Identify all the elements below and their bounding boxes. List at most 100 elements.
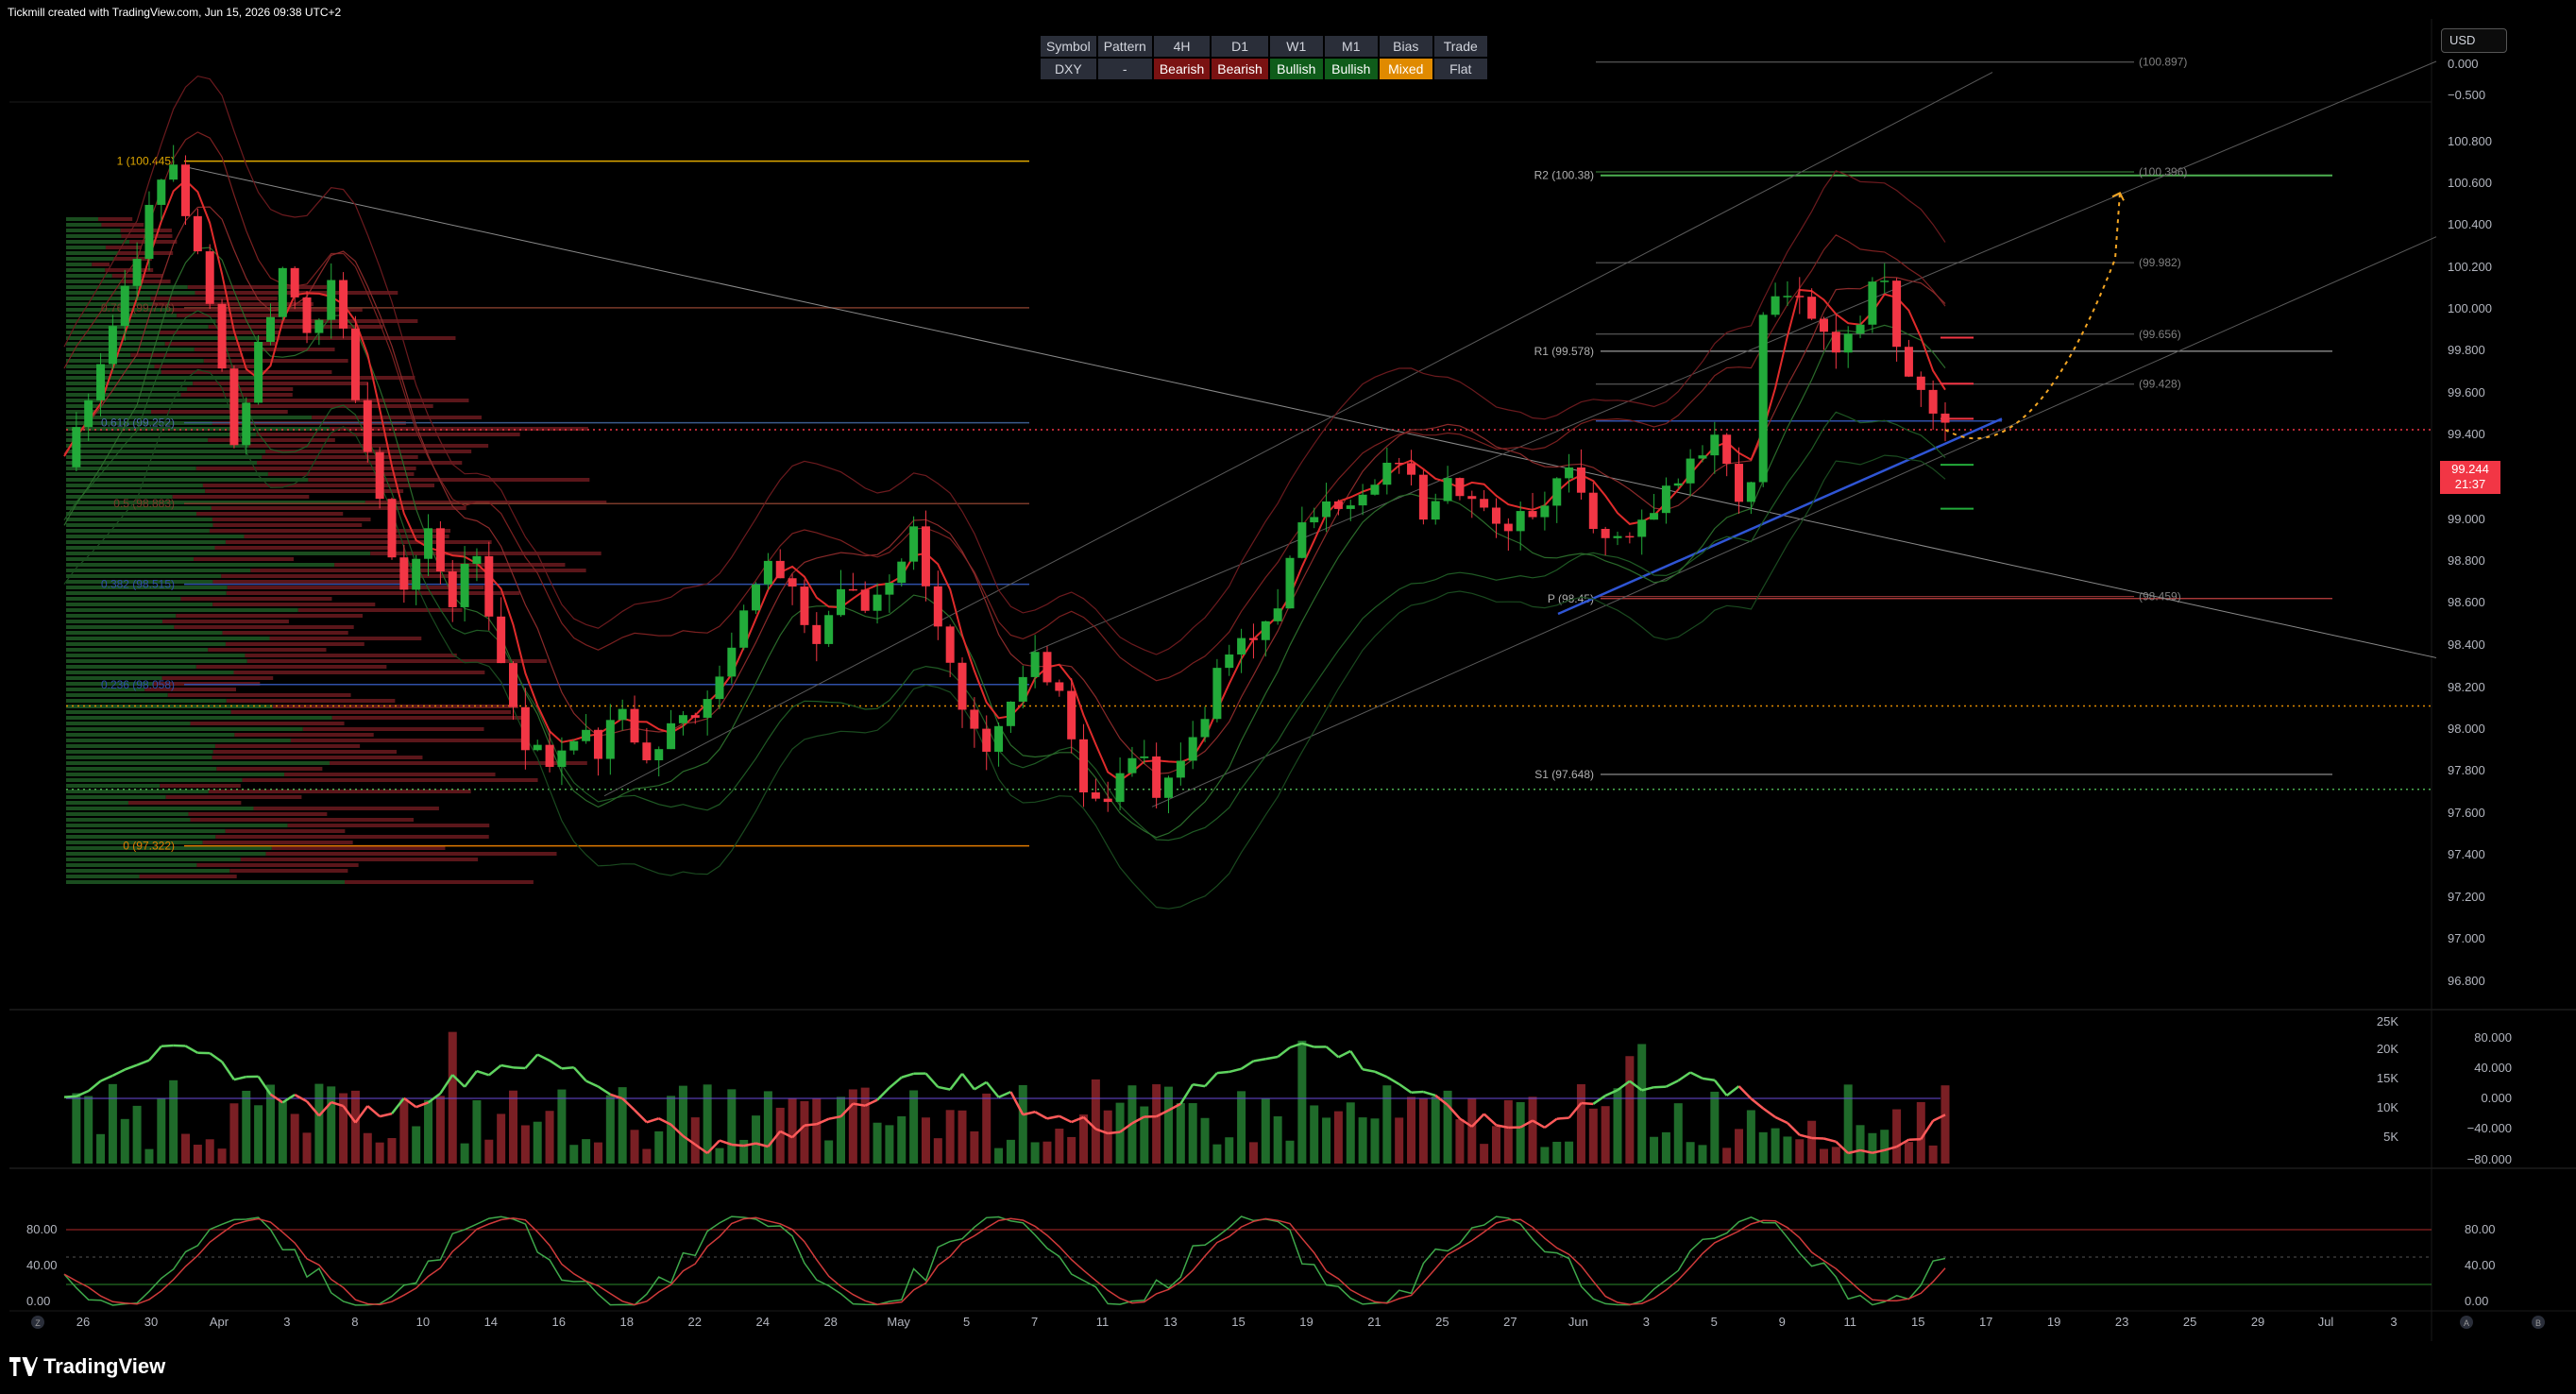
pivot-level-label: S1 (97.648): [1534, 768, 1594, 781]
candle-body: [1407, 463, 1416, 475]
profile-bar-sell: [205, 489, 404, 493]
chart-canvas[interactable]: 1 (100.445)0.764 (99.776)0.618 (99.252)0…: [0, 0, 2576, 1394]
oscillator-segment: [87, 1080, 102, 1093]
profile-bar-buy: [66, 291, 195, 295]
target-level-label: (100.897): [2139, 56, 2187, 69]
candle-body: [848, 588, 857, 591]
volume-bar: [1030, 1142, 1040, 1164]
oscillator-segment: [1689, 1071, 1703, 1080]
time-axis-label: 28: [823, 1315, 837, 1329]
time-axis-label: 27: [1503, 1315, 1517, 1329]
oscillator-segment: [1179, 1083, 1195, 1105]
oscillator-segment: [1386, 1076, 1400, 1085]
time-axis-label: 29: [2251, 1315, 2264, 1329]
time-axis-label: 26: [76, 1315, 90, 1329]
profile-bar-buy: [66, 880, 346, 884]
candle-body: [509, 663, 518, 707]
profile-bar-buy: [66, 654, 246, 657]
time-axis-label: 24: [755, 1315, 769, 1329]
candle-body: [1710, 434, 1720, 456]
candle-body: [545, 744, 554, 767]
volume-bar: [690, 1117, 700, 1164]
price-axis-tick: 100.400: [2448, 217, 2492, 231]
signal-value: Flat: [1433, 59, 1487, 79]
oscillator-segment: [476, 1069, 490, 1077]
profile-bar-sell: [225, 829, 346, 833]
profile-bar-sell: [232, 404, 433, 408]
profile-bar-buy: [66, 784, 161, 788]
candle-body: [327, 280, 336, 320]
profile-bar-buy: [66, 229, 121, 232]
price-axis-tick: 100.600: [2448, 176, 2492, 190]
candle-body: [1588, 492, 1598, 530]
time-axis-label: May: [887, 1315, 910, 1329]
profile-bar-buy: [66, 251, 119, 255]
volume-bar: [290, 1114, 299, 1164]
profile-bar-sell: [105, 246, 142, 249]
candle-body: [739, 610, 749, 648]
candle-body: [472, 555, 482, 565]
candle-body: [1103, 798, 1112, 803]
profile-bar-buy: [66, 444, 249, 448]
candle-body: [1892, 280, 1902, 348]
profile-bar-buy: [66, 659, 247, 663]
candle-body: [1431, 501, 1440, 520]
time-axis-label: 15: [1911, 1315, 1924, 1329]
profile-bar-sell: [345, 880, 534, 884]
axis-toggle-label: Z: [35, 1318, 41, 1328]
candle-body: [399, 557, 409, 590]
time-axis-label: 23: [2115, 1315, 2128, 1329]
volume-bar: [1819, 1148, 1828, 1164]
candle-body: [775, 560, 785, 579]
profile-bar-sell: [262, 376, 415, 380]
profile-bar-sell: [287, 824, 490, 827]
profile-bar-sell: [227, 586, 484, 589]
volume-bar: [72, 1093, 81, 1164]
candle-body: [824, 615, 834, 644]
candle-body: [290, 267, 299, 298]
candle-body: [314, 319, 324, 333]
volume-bar: [909, 1090, 919, 1164]
price-axis-tick: 98.600: [2448, 595, 2485, 609]
time-axis-label: 25: [2183, 1315, 2196, 1329]
candle-body: [120, 285, 129, 327]
oscillator-segment: [1702, 1077, 1716, 1082]
candle-body: [1140, 756, 1149, 758]
candle-body: [448, 571, 457, 607]
volume-bar: [1152, 1084, 1161, 1164]
volume-bar: [630, 1130, 639, 1164]
candle-body: [1261, 620, 1270, 640]
profile-bar-sell: [226, 591, 520, 595]
profile-bar-buy: [66, 829, 226, 833]
volume-bar: [509, 1090, 518, 1164]
candle-body: [1322, 501, 1331, 518]
candle-body: [1152, 756, 1161, 798]
oscillator-segment: [1774, 1115, 1788, 1125]
volume-bar: [169, 1080, 178, 1164]
currency-selector[interactable]: USD: [2441, 28, 2507, 53]
candle-body: [933, 586, 942, 627]
profile-bar-sell: [211, 506, 466, 510]
candle-body: [169, 164, 178, 180]
oscillator-segment: [731, 1143, 744, 1148]
candle-body: [363, 400, 372, 452]
stoch-axis-tick-right: 40.00: [2465, 1258, 2496, 1272]
volume-bar: [1006, 1139, 1015, 1164]
oscillator-segment: [1544, 1117, 1558, 1129]
candle-body: [1333, 501, 1343, 509]
candle-body: [1795, 296, 1805, 298]
profile-bar-buy: [66, 268, 106, 272]
oscillator-segment: [634, 1109, 648, 1124]
oscillator-axis-tick: 40.000: [2474, 1061, 2512, 1075]
oscillator-segment: [100, 1074, 113, 1082]
volume-bar: [812, 1097, 822, 1164]
oscillator-segment: [366, 1105, 381, 1118]
profile-bar-buy: [66, 631, 223, 635]
profile-bar-buy: [66, 671, 234, 674]
time-axis-label: Jul: [2318, 1315, 2334, 1329]
volume-bar: [1588, 1108, 1598, 1164]
volume-bar: [1686, 1142, 1695, 1164]
profile-bar-buy: [66, 223, 102, 227]
candle-body: [800, 586, 809, 625]
profile-bar-sell: [212, 523, 363, 527]
